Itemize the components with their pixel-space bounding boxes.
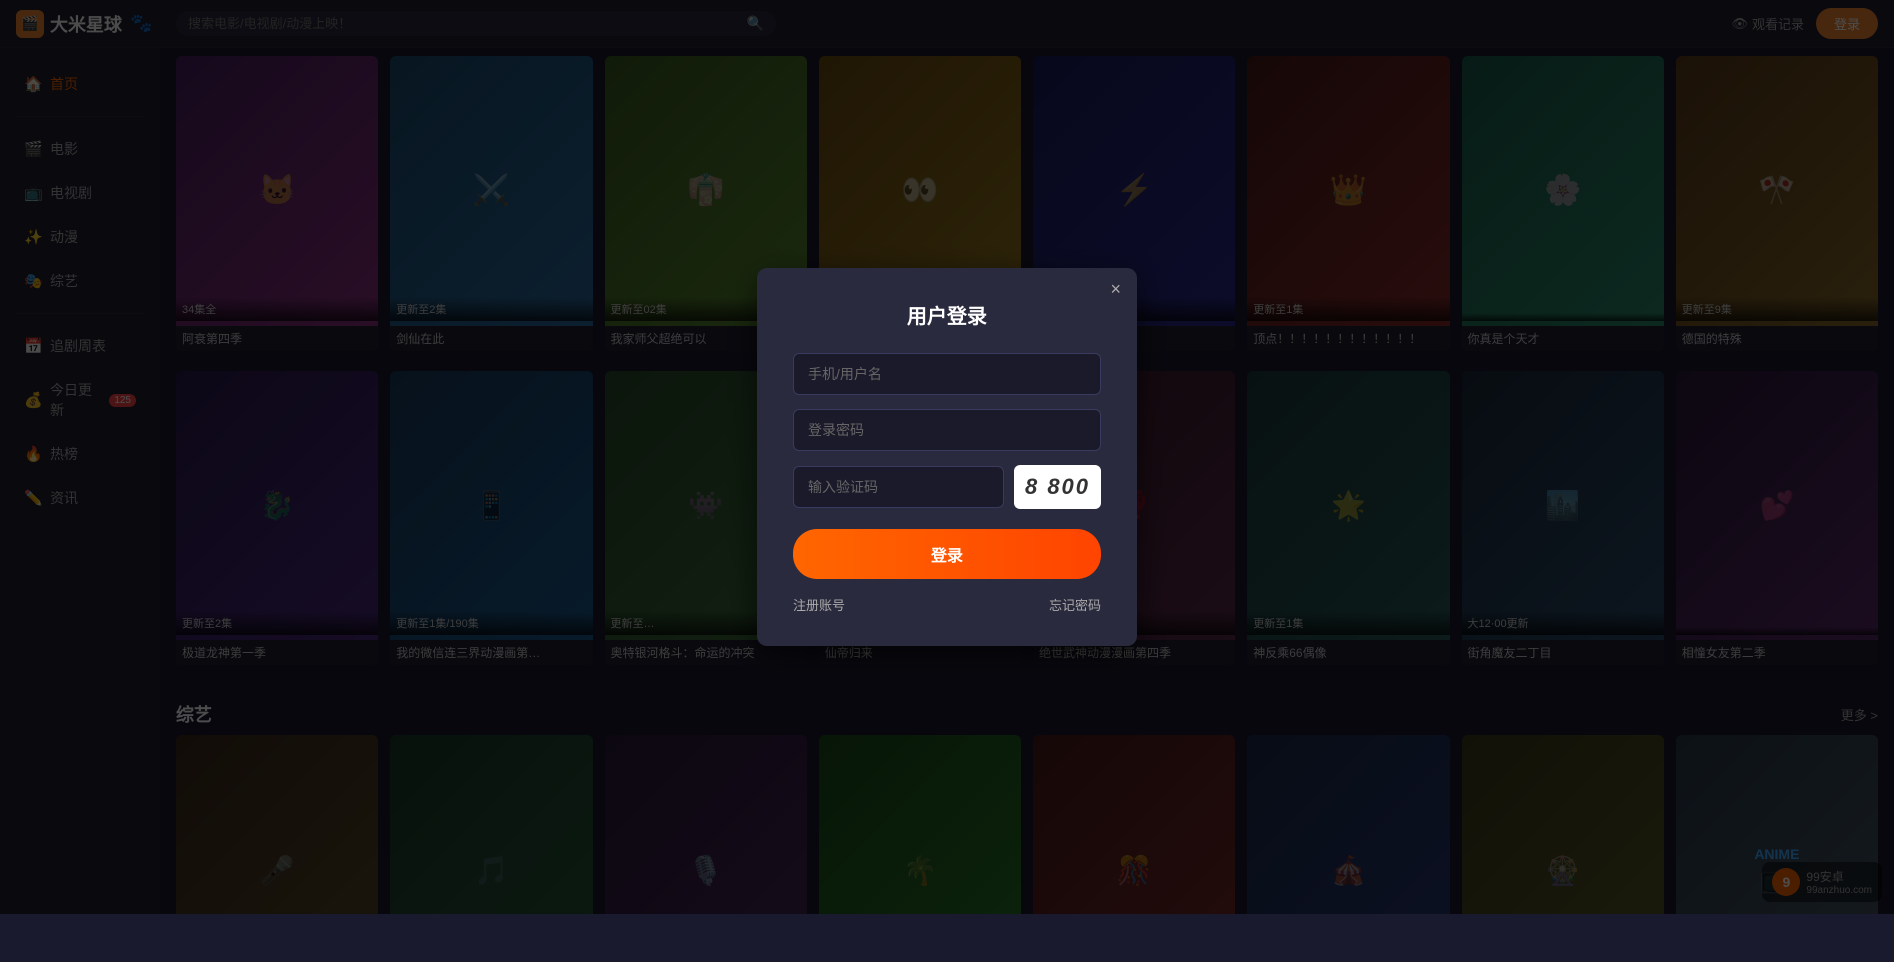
- captcha-input[interactable]: [793, 466, 1004, 508]
- login-submit-button[interactable]: 登录: [793, 529, 1101, 579]
- modal-close-button[interactable]: ×: [1110, 280, 1121, 298]
- login-modal: 用户登录 × 8 800 登录 注册账号 忘记密码: [757, 268, 1137, 646]
- modal-title: 用户登录: [793, 300, 1101, 329]
- forgot-password-link[interactable]: 忘记密码: [1049, 595, 1101, 614]
- captcha-row: 8 800: [793, 465, 1101, 509]
- register-link[interactable]: 注册账号: [793, 595, 845, 614]
- username-input[interactable]: [793, 353, 1101, 395]
- password-input[interactable]: [793, 409, 1101, 451]
- captcha-image[interactable]: 8 800: [1014, 465, 1101, 509]
- modal-overlay[interactable]: 用户登录 × 8 800 登录 注册账号 忘记密码: [0, 0, 1894, 914]
- modal-links: 注册账号 忘记密码: [793, 595, 1101, 614]
